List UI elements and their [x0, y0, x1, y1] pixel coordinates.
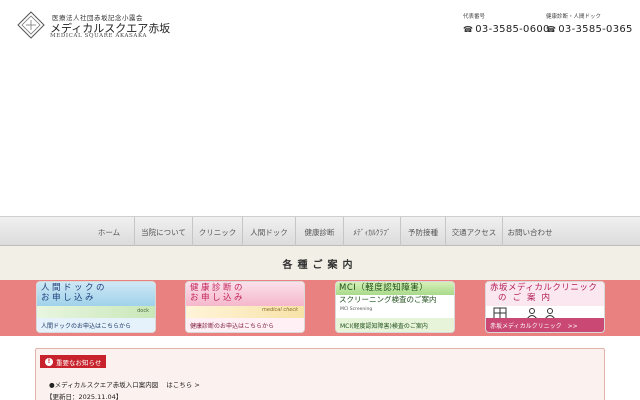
notice-item-link[interactable]: はこちら >	[166, 381, 200, 389]
logo-icon[interactable]	[17, 11, 45, 39]
banner-checkup-line2: お申し込み	[190, 293, 246, 303]
nav-dock[interactable]: 人間ドック	[242, 217, 295, 247]
nav-access[interactable]: 交通アクセス	[445, 217, 502, 247]
guide-section: 各種ご案内	[0, 246, 640, 280]
banner-clinic-line2: のご案内	[498, 293, 557, 303]
notice-tag: ! 重要なお知らせ	[40, 355, 107, 368]
nav-about[interactable]: 当院について	[134, 217, 192, 247]
tel-main-value: 03-3585-0600	[475, 24, 550, 35]
banner-clinic-line1: 赤坂メディカルクリニック	[490, 283, 598, 293]
phone-icon: ☎	[546, 25, 557, 34]
global-nav: ホーム 当院について クリニック 人間ドック 健康診断 ﾒﾃﾞｨｶﾙｸﾗﾌﾞ 予…	[0, 216, 640, 247]
banner-dock-line2: お申し込み	[41, 293, 97, 303]
tel-checkup-number[interactable]: ☎ 03-3585-0365	[546, 24, 633, 35]
important-notice: ! 重要なお知らせ ●メディカルスクエア赤坂入口案内図 はこちら > 【更新日：…	[35, 348, 605, 400]
banner-mci[interactable]: MCI（軽度認知障害） スクリーニング検査のご案内 MCI Screening …	[335, 281, 455, 333]
nav-clinic[interactable]: クリニック	[192, 217, 242, 247]
page: 医療法人社団赤坂記念小露会 メディカルスクエア赤坂 MEDICAL SQUARE…	[0, 0, 640, 400]
banner-clinic-foot: 赤坂メディカルクリニック >>	[486, 318, 604, 332]
banner-dock-tag: dock	[137, 308, 149, 314]
banner-clinic[interactable]: 赤坂メディカルクリニック のご案内 赤坂メディカルクリニック >>	[485, 281, 605, 333]
notice-tag-label: 重要なお知らせ	[56, 358, 102, 367]
tel-checkup-value: 03-3585-0365	[558, 24, 633, 35]
tel-checkup-label: 健康診断・人間ドック	[546, 14, 602, 20]
guide-title: 各種ご案内	[282, 259, 358, 271]
notice-item-text: ●メディカルスクエア赤坂入口案内図	[49, 381, 159, 389]
tel-checkup: 健康診断・人間ドック ☎ 03-3585-0365	[546, 12, 633, 35]
notice-updated: 【更新日：2025.11.04】	[46, 393, 123, 400]
nav-contact[interactable]: お問い合わせ	[502, 217, 557, 247]
logo-english: MEDICAL SQUARE AKASAKA	[50, 33, 148, 39]
banner-checkup-foot: 健康診断のお申込はこちらから	[186, 318, 304, 332]
banner-checkup[interactable]: 健康診断の お申し込み medical check 健康診断のお申込はこちらから	[185, 281, 305, 333]
alert-icon: !	[45, 357, 53, 366]
banner-band: 人間ドックの お申し込み dock 人間ドックのお申込はこちらから 健康診断の …	[0, 280, 640, 336]
banner-mci-line2: スクリーニング検査のご案内	[339, 295, 437, 304]
banner-mci-foot: MCI(軽度認知障害)検査のご案内	[336, 318, 454, 332]
nav-medical-club[interactable]: ﾒﾃﾞｨｶﾙｸﾗﾌﾞ	[343, 217, 400, 247]
nav-vaccination[interactable]: 予防接種	[400, 217, 445, 247]
banner-mci-line1: MCI（軽度認知障害）	[339, 283, 429, 293]
notice-item: ●メディカルスクエア赤坂入口案内図 はこちら >	[49, 379, 200, 389]
phone-icon: ☎	[463, 25, 474, 34]
banner-dock-foot: 人間ドックのお申込はこちらから	[37, 318, 155, 332]
hero-area	[0, 48, 640, 216]
banner-dock[interactable]: 人間ドックの お申し込み dock 人間ドックのお申込はこちらから	[36, 281, 156, 333]
tel-main: 代表番号 ☎ 03-3585-0600	[463, 12, 550, 35]
site-header: 医療法人社団赤坂記念小露会 メディカルスクエア赤坂 MEDICAL SQUARE…	[0, 0, 640, 48]
banner-checkup-line1: 健康診断の	[190, 283, 246, 293]
banner-mci-tag: MCI Screening	[340, 307, 373, 312]
tel-main-number[interactable]: ☎ 03-3585-0600	[463, 24, 550, 35]
banner-dock-line1: 人間ドックの	[41, 283, 108, 293]
banner-checkup-tag: medical check	[262, 307, 298, 313]
nav-home[interactable]: ホーム	[84, 217, 134, 247]
nav-checkup[interactable]: 健康診断	[295, 217, 343, 247]
tel-main-label: 代表番号	[463, 14, 486, 20]
